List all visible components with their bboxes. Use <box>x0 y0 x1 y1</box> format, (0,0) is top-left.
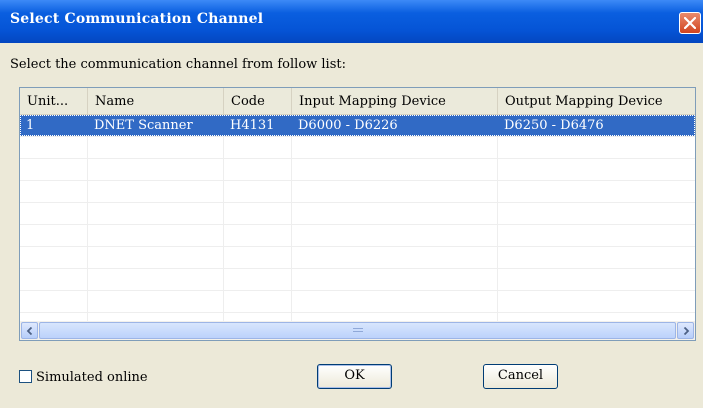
scroll-grip-icon <box>352 328 363 335</box>
column-header-unit[interactable]: Unit... <box>20 88 88 114</box>
cancel-button[interactable]: Cancel <box>483 364 558 389</box>
horizontal-scrollbar[interactable] <box>20 321 695 340</box>
cell-unit: 1 <box>26 118 35 133</box>
cell-name: DNET Scanner <box>94 118 193 133</box>
cell-code: H4131 <box>230 118 275 133</box>
scroll-thumb[interactable] <box>39 322 676 339</box>
dialog-window: Select Communication Channel Select the … <box>0 0 703 408</box>
column-header-name[interactable]: Name <box>88 88 224 114</box>
scroll-left-button[interactable] <box>21 322 38 339</box>
empty-row <box>20 291 695 313</box>
empty-row <box>20 137 695 159</box>
empty-row <box>20 203 695 225</box>
window-title: Select Communication Channel <box>10 11 264 27</box>
close-button[interactable] <box>679 12 701 34</box>
column-header-output-mapping[interactable]: Output Mapping Device <box>498 88 695 114</box>
empty-row <box>20 181 695 203</box>
column-header-input-mapping[interactable]: Input Mapping Device <box>292 88 498 114</box>
empty-row <box>20 159 695 181</box>
chevron-right-icon <box>683 327 690 335</box>
empty-row <box>20 247 695 269</box>
simulated-online-checkbox[interactable] <box>19 370 32 383</box>
empty-row <box>20 269 695 291</box>
instruction-text: Select the communication channel from fo… <box>10 57 346 72</box>
table-row[interactable]: 1 DNET Scanner H4131 D6000 - D6226 D6250… <box>20 115 695 137</box>
cell-input-mapping: D6000 - D6226 <box>298 118 398 133</box>
close-icon <box>684 17 696 29</box>
chevron-left-icon <box>26 327 33 335</box>
empty-row <box>20 225 695 247</box>
ok-button[interactable]: OK <box>317 364 392 389</box>
channel-list[interactable]: Unit... Name Code Input Mapping Device O… <box>19 87 696 341</box>
cell-output-mapping: D6250 - D6476 <box>504 118 604 133</box>
title-bar[interactable]: Select Communication Channel <box>0 0 703 43</box>
list-header: Unit... Name Code Input Mapping Device O… <box>20 88 695 115</box>
scroll-right-button[interactable] <box>677 322 694 339</box>
simulated-online-label[interactable]: Simulated online <box>36 370 148 385</box>
column-header-code[interactable]: Code <box>224 88 292 114</box>
